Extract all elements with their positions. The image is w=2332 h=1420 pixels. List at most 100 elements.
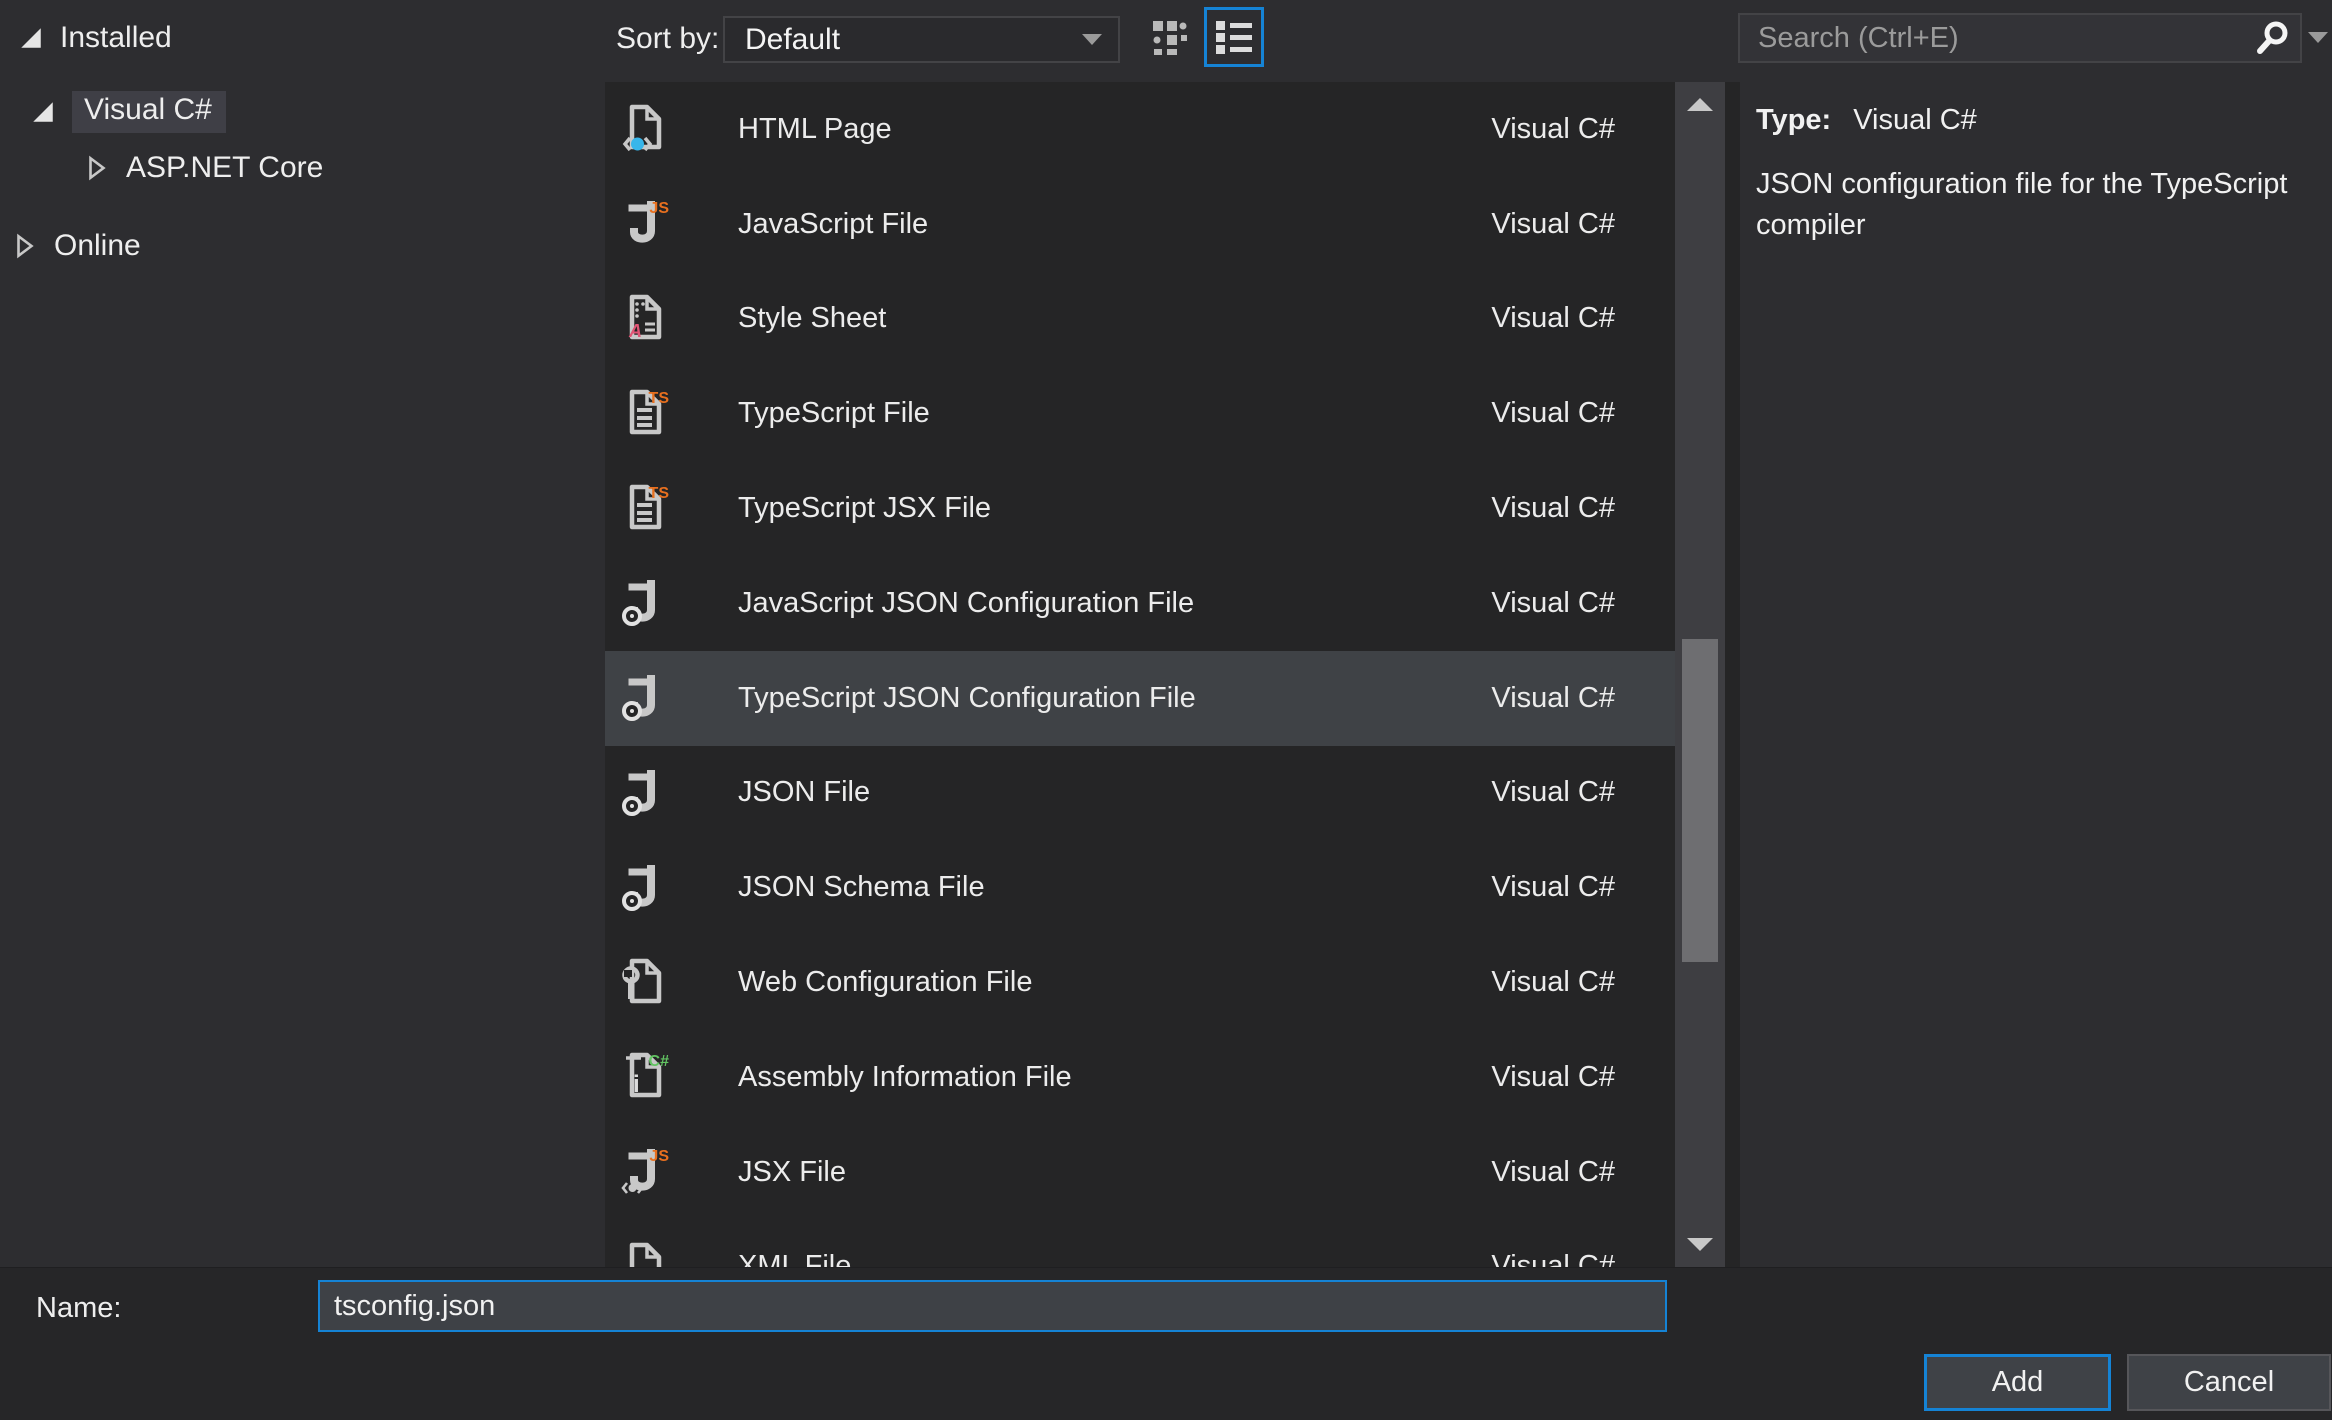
list-item-category: Visual C# — [1491, 587, 1615, 620]
file-name-input[interactable] — [318, 1280, 1667, 1332]
list-item-label: JSON File — [738, 776, 870, 809]
vertical-scrollbar[interactable] — [1675, 82, 1725, 1267]
sort-by-value: Default — [745, 23, 840, 57]
list-item-label: Assembly Information File — [738, 1061, 1072, 1094]
jsx-file-icon: JS — [621, 1146, 673, 1198]
tree-node-label-selected: Visual C# — [72, 91, 226, 133]
scroll-up-icon[interactable] — [1687, 98, 1713, 111]
list-item-category: Visual C# — [1491, 397, 1615, 430]
list-item-category: Visual C# — [1491, 682, 1615, 715]
list-item-label: TypeScript JSX File — [738, 492, 991, 525]
template-description: JSON configuration file for the TypeScri… — [1756, 164, 2331, 246]
list-item[interactable]: JavaScript JSON Configuration File Visual… — [605, 556, 1675, 651]
tree-node-label: ASP.NET Core — [126, 151, 323, 185]
list-item-label: XML File — [738, 1250, 851, 1267]
list-item-category: Visual C# — [1491, 208, 1615, 241]
json-config-icon — [621, 767, 673, 819]
list-item[interactable]: i C# Assembly Information File Visual C# — [605, 1030, 1675, 1125]
tree-node-label: Online — [54, 229, 141, 263]
cancel-button[interactable]: Cancel — [2127, 1354, 2331, 1411]
list-view-button[interactable] — [1204, 7, 1264, 67]
json-config-icon — [621, 577, 673, 629]
sort-by-dropdown[interactable]: Default — [723, 16, 1120, 63]
svg-text:TS: TS — [649, 390, 670, 407]
template-rows: HTML Page Visual C# JS JavaScript File Visua… — [605, 82, 1675, 1267]
javascript-file-icon: JS — [621, 198, 673, 250]
list-item[interactable]: JS JSX File Visual C# — [605, 1125, 1675, 1220]
list-item[interactable]: TS TypeScript JSX File Visual C# — [605, 461, 1675, 556]
xml-file-icon — [621, 1241, 673, 1267]
list-item-category: Visual C# — [1491, 302, 1615, 335]
list-view-icon — [1213, 16, 1255, 58]
list-item-category: Visual C# — [1491, 1061, 1615, 1094]
dialog-footer: Name: Add Cancel — [0, 1267, 2332, 1420]
json-config-icon — [621, 862, 673, 914]
name-label: Name: — [36, 1292, 121, 1325]
typescript-file-icon: TS — [621, 483, 673, 535]
small-icons-view-button[interactable] — [1142, 10, 1198, 66]
sort-by-label: Sort by: — [616, 22, 719, 56]
style-sheet-icon: A — [621, 293, 673, 345]
list-item-label: JavaScript File — [738, 208, 928, 241]
json-config-icon — [621, 672, 673, 724]
search-options-chevron-icon[interactable] — [2308, 32, 2328, 43]
list-item-label: TypeScript File — [738, 397, 930, 430]
list-item[interactable]: XML File Visual C# — [605, 1220, 1675, 1267]
list-item[interactable]: JSON File Visual C# — [605, 746, 1675, 841]
list-item[interactable]: TS TypeScript File Visual C# — [605, 366, 1675, 461]
list-item-label: Style Sheet — [738, 302, 886, 335]
list-item-selected[interactable]: TypeScript JSON Configuration File Visual… — [605, 651, 1675, 746]
template-type-line: Type: Visual C# — [1756, 104, 1977, 137]
list-item-category: Visual C# — [1491, 1156, 1615, 1189]
html-page-icon — [621, 103, 673, 155]
list-item-label: TypeScript JSON Configuration File — [738, 682, 1196, 715]
tree-node-online[interactable]: Online — [12, 224, 141, 268]
list-item[interactable]: HTML Page Visual C# — [605, 82, 1675, 177]
list-item-label: JavaScript JSON Configuration File — [738, 587, 1194, 620]
svg-text:TS: TS — [649, 485, 670, 502]
add-button[interactable]: Add — [1924, 1354, 2111, 1411]
search-icon[interactable] — [2252, 18, 2292, 58]
web-config-icon — [621, 957, 673, 1009]
tree-node-aspnet-core[interactable]: ASP.NET Core — [84, 146, 323, 190]
list-item-category: Visual C# — [1491, 966, 1615, 999]
type-label: Type: — [1756, 104, 1831, 136]
template-list-pane: HTML Page Visual C# JS JavaScript File Visua… — [605, 82, 1740, 1267]
svg-text:A: A — [628, 321, 642, 341]
small-icons-view-icon — [1150, 18, 1190, 58]
list-item-label: Web Configuration File — [738, 966, 1032, 999]
svg-text:i: i — [633, 1071, 640, 1098]
svg-text:JS: JS — [649, 200, 669, 217]
assembly-info-icon: i C# — [621, 1051, 673, 1103]
list-item[interactable]: Web Configuration File Visual C# — [605, 935, 1675, 1030]
scroll-down-icon[interactable] — [1687, 1238, 1713, 1251]
expanded-triangle-icon[interactable] — [18, 25, 44, 51]
list-item-category: Visual C# — [1491, 871, 1615, 904]
list-item-label: HTML Page — [738, 113, 892, 146]
template-tree: Installed Visual C# ASP.NET Core Online — [0, 0, 605, 1267]
svg-text:C#: C# — [649, 1053, 670, 1070]
add-new-item-dialog: Installed Visual C# ASP.NET Core Online … — [0, 0, 2332, 1420]
list-item[interactable]: JS JavaScript File Visual C# — [605, 177, 1675, 272]
chevron-down-icon — [1082, 34, 1102, 45]
collapsed-triangle-icon[interactable] — [12, 233, 38, 259]
type-value: Visual C# — [1853, 104, 1977, 136]
list-item[interactable]: A Style Sheet Visual C# — [605, 272, 1675, 367]
search-box — [1738, 13, 2302, 63]
list-item[interactable]: JSON Schema File Visual C# — [605, 840, 1675, 935]
expanded-triangle-icon[interactable] — [30, 99, 56, 125]
scrollbar-thumb[interactable] — [1682, 639, 1718, 962]
search-input[interactable] — [1740, 22, 2252, 55]
list-item-label: JSX File — [738, 1156, 846, 1189]
list-item-category: Visual C# — [1491, 113, 1615, 146]
list-item-category: Visual C# — [1491, 776, 1615, 809]
list-item-category: Visual C# — [1491, 1250, 1615, 1267]
typescript-file-icon: TS — [621, 388, 673, 440]
svg-text:JS: JS — [649, 1148, 669, 1165]
tree-node-installed[interactable]: Installed — [18, 16, 172, 60]
tree-node-label: Installed — [60, 21, 172, 55]
list-item-category: Visual C# — [1491, 492, 1615, 525]
tree-node-visual-csharp[interactable]: Visual C# — [30, 90, 226, 134]
list-item-label: JSON Schema File — [738, 871, 985, 904]
collapsed-triangle-icon[interactable] — [84, 155, 110, 181]
